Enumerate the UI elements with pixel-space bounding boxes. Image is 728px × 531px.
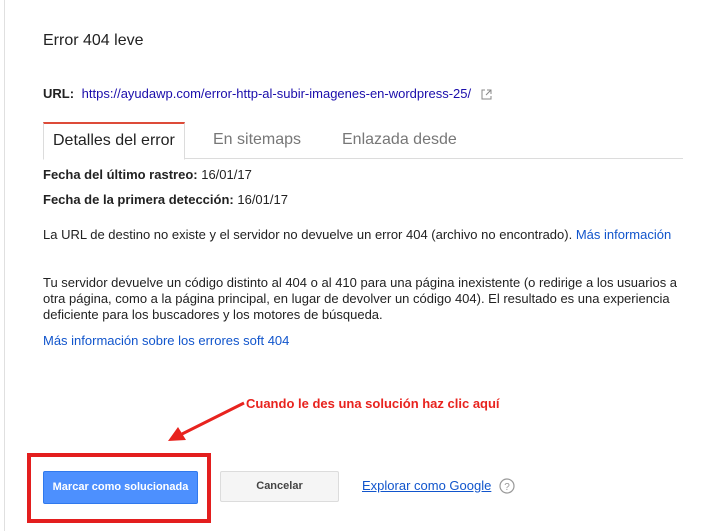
fetch-as-google-link[interactable]: Explorar como Google xyxy=(362,478,491,493)
url-row: URL: https://ayudawp.com/error-http-al-s… xyxy=(43,86,492,103)
error-description-text: La URL de destino no existe y el servido… xyxy=(43,227,573,242)
help-circle-icon[interactable]: ? xyxy=(499,478,515,499)
url-link[interactable]: https://ayudawp.com/error-http-al-subir-… xyxy=(82,86,471,101)
error-description: La URL de destino no existe y el servido… xyxy=(43,227,693,243)
tab-sitemaps[interactable]: En sitemaps xyxy=(204,122,310,157)
last-crawl-label: Fecha del último rastreo: xyxy=(43,167,198,182)
soft404-more-info-link[interactable]: Más información sobre los errores soft 4… xyxy=(43,333,289,348)
more-info-link[interactable]: Más información xyxy=(576,227,671,242)
annotation-arrow-icon xyxy=(168,401,245,441)
soft404-explanation: Tu servidor devuelve un código distinto … xyxy=(43,275,678,322)
external-link-icon[interactable] xyxy=(481,88,492,103)
svg-text:?: ? xyxy=(504,482,510,493)
mark-as-fixed-button[interactable]: Marcar como solucionada xyxy=(43,471,198,504)
annotation-text: Cuando le des una solución haz clic aquí xyxy=(246,396,500,411)
url-label: URL: xyxy=(43,86,75,101)
last-crawl-field: Fecha del último rastreo: 16/01/17 xyxy=(43,167,252,182)
first-detection-field: Fecha de la primera detección: 16/01/17 xyxy=(43,192,288,207)
dialog-title: Error 404 leve xyxy=(43,32,144,49)
tab-linked-from[interactable]: Enlazada desde xyxy=(333,122,466,157)
tab-bar: Detalles del error En sitemaps Enlazada … xyxy=(43,122,683,160)
last-crawl-value: 16/01/17 xyxy=(201,167,252,182)
cancel-button[interactable]: Cancelar xyxy=(220,471,339,502)
dialog-left-border xyxy=(4,0,5,531)
first-detection-value: 16/01/17 xyxy=(237,192,288,207)
tab-error-details[interactable]: Detalles del error xyxy=(43,122,185,160)
first-detection-label: Fecha de la primera detección: xyxy=(43,192,234,207)
error-details-dialog: Error 404 leve URL: https://ayudawp.com/… xyxy=(0,0,728,531)
